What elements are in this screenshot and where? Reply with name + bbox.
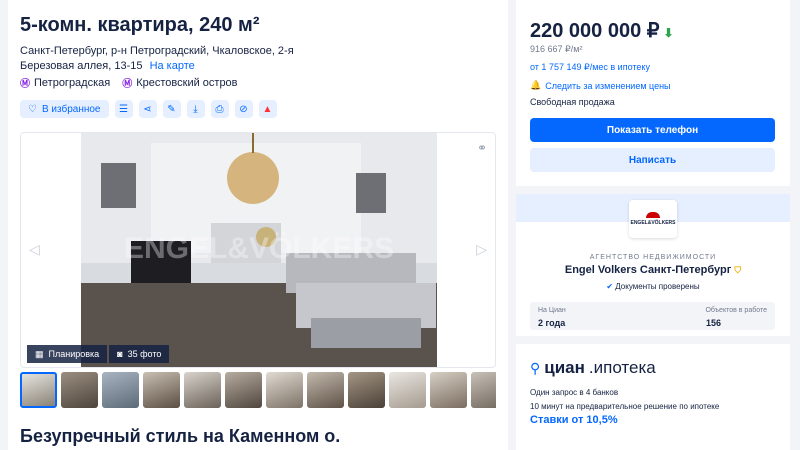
photos-count: 35 фото bbox=[127, 349, 162, 359]
next-photo-icon[interactable]: ▷ bbox=[476, 241, 487, 258]
logo-mark bbox=[646, 212, 660, 218]
mortgage-link[interactable]: от 1 757 149 ₽/мес в ипотеку bbox=[530, 62, 650, 73]
thumbnail[interactable] bbox=[20, 372, 57, 408]
follow-label: Следить за изменением цены bbox=[545, 80, 671, 91]
stat-label: Объектов в работе bbox=[705, 307, 767, 314]
thumbnail[interactable] bbox=[430, 372, 467, 408]
plan-label: Планировка bbox=[48, 349, 100, 359]
price-card: 220 000 000 ₽ ⬇ 916 667 ₽/м² от 1 757 149… bbox=[516, 0, 790, 186]
metro-list: Ⓜ Петроградская Ⓜ Крестовский остров bbox=[20, 75, 238, 91]
brand-name: циан bbox=[544, 358, 585, 377]
favorite-label: В избранное bbox=[41, 103, 101, 115]
shield-icon: ⛉ bbox=[734, 265, 742, 275]
metro-station[interactable]: Ⓜ Петроградская bbox=[20, 75, 111, 91]
bell-icon: 🔔 bbox=[530, 80, 542, 90]
metro-station[interactable]: Ⓜ Крестовский остров bbox=[122, 75, 238, 91]
hide-icon[interactable]: ⊘ bbox=[234, 100, 253, 118]
cian-mortgage-logo[interactable]: ⚲ циан .ипотека bbox=[530, 358, 656, 378]
docs-label: Документы проверены bbox=[615, 282, 700, 291]
sale-type: Свободная продажа bbox=[530, 97, 615, 107]
thumbnail[interactable] bbox=[184, 372, 221, 408]
listing-title: 5-комн. квартира, 240 м² bbox=[20, 14, 260, 36]
check-icon: ✔ bbox=[606, 282, 614, 291]
thumbnail[interactable] bbox=[143, 372, 180, 408]
pin-icon: ⚲ bbox=[530, 359, 541, 376]
price: 220 000 000 ₽ ⬇ bbox=[530, 18, 674, 43]
agency-label: АГЕНТСТВО НЕДВИЖИМОСТИ bbox=[589, 254, 717, 261]
description-title: Безупречный стиль на Каменном о. bbox=[20, 426, 341, 446]
metro-name: Петроградская bbox=[34, 76, 111, 89]
thumbnail[interactable] bbox=[61, 372, 98, 408]
mortgage-card: ⚲ циан .ипотека Один запрос в 4 банков 10… bbox=[516, 344, 790, 450]
write-button[interactable]: Написать bbox=[530, 148, 775, 172]
mortgage-line: 10 минут на предварительное решение по и… bbox=[530, 402, 720, 411]
thumbnail[interactable] bbox=[266, 372, 303, 408]
watermark: ENGEL&VÖLKERS bbox=[124, 232, 394, 265]
mortgage-rate-link[interactable]: Ставки от 10,5% bbox=[530, 414, 618, 426]
price-per-m2: 916 667 ₽/м² bbox=[530, 44, 583, 54]
share-icon[interactable]: ⋖ bbox=[138, 100, 157, 118]
print-icon[interactable]: ⎙ bbox=[210, 100, 229, 118]
thumbnail[interactable] bbox=[102, 372, 139, 408]
listing-panel: 5-комн. квартира, 240 м² Санкт-Петербург… bbox=[8, 0, 508, 450]
link-icon[interactable]: ⚭ bbox=[477, 141, 487, 155]
camera-icon: ◙ bbox=[117, 349, 123, 359]
mortgage-line: Один запрос в 4 банков bbox=[530, 388, 619, 397]
stat-value: 2 года bbox=[538, 318, 566, 328]
photos-count-button[interactable]: ◙ 35 фото bbox=[109, 345, 170, 363]
follow-price-link[interactable]: 🔔 Следить за изменением цены bbox=[530, 80, 671, 91]
listing-address: Санкт-Петербург, р-н Петроградский, Чкал… bbox=[20, 44, 340, 74]
agency-card: ENGEL&VÖLKERS АГЕНТСТВО НЕДВИЖИМОСТИ Eng… bbox=[516, 194, 790, 336]
gallery-badges: ▦ Планировка ◙ 35 фото bbox=[27, 345, 170, 363]
report-icon[interactable]: ▲ bbox=[258, 100, 277, 118]
heart-icon: ♡ bbox=[28, 103, 37, 115]
metro-name: Крестовский остров bbox=[136, 76, 238, 89]
thumbnail-strip bbox=[20, 372, 496, 408]
main-photo[interactable]: ENGEL&VÖLKERS bbox=[81, 133, 437, 367]
agency-logo-text: ENGEL&VÖLKERS bbox=[630, 220, 676, 226]
agency-name-text: Engel Volkers Санкт-Петербург bbox=[564, 264, 732, 276]
plan-icon: ▦ bbox=[35, 348, 44, 359]
metro-icon: Ⓜ bbox=[122, 79, 133, 90]
stat-value: 156 bbox=[706, 318, 722, 328]
edit-icon[interactable]: ✎ bbox=[162, 100, 181, 118]
download-icon[interactable]: ⤓ bbox=[186, 100, 205, 118]
thumbnail[interactable] bbox=[225, 372, 262, 408]
map-link[interactable]: На карте bbox=[150, 60, 195, 72]
price-down-icon[interactable]: ⬇ bbox=[664, 26, 674, 40]
prev-photo-icon[interactable]: ◁ bbox=[29, 241, 40, 258]
price-value: 220 000 000 ₽ bbox=[530, 20, 660, 42]
thumbnail[interactable] bbox=[471, 372, 496, 408]
show-phone-button[interactable]: Показать телефон bbox=[530, 118, 775, 142]
plan-button[interactable]: ▦ Планировка bbox=[27, 345, 108, 363]
action-bar: ♡ В избранное ☰ ⋖ ✎ ⤓ ⎙ ⊘ ▲ bbox=[20, 100, 277, 118]
thumbnail[interactable] bbox=[307, 372, 344, 408]
compare-icon[interactable]: ☰ bbox=[114, 100, 133, 118]
agency-name[interactable]: Engel Volkers Санкт-Петербург ⛉ bbox=[516, 264, 790, 276]
favorite-button[interactable]: ♡ В избранное bbox=[20, 100, 109, 118]
thumbnail[interactable] bbox=[348, 372, 385, 408]
agency-stats: На Циан 2 года Объектов в работе 156 bbox=[530, 302, 775, 330]
thumbnail[interactable] bbox=[389, 372, 426, 408]
product-name: .ипотека bbox=[588, 358, 656, 377]
metro-icon: Ⓜ bbox=[20, 79, 30, 90]
photo-gallery: ENGEL&VÖLKERS ◁ ▷ ⚭ ▦ Планировка ◙ 35 фо… bbox=[20, 132, 496, 368]
docs-verified: ✔ Документы проверены bbox=[516, 282, 790, 291]
agency-logo[interactable]: ENGEL&VÖLKERS bbox=[629, 200, 677, 238]
stat-label: На Циан bbox=[538, 307, 566, 314]
